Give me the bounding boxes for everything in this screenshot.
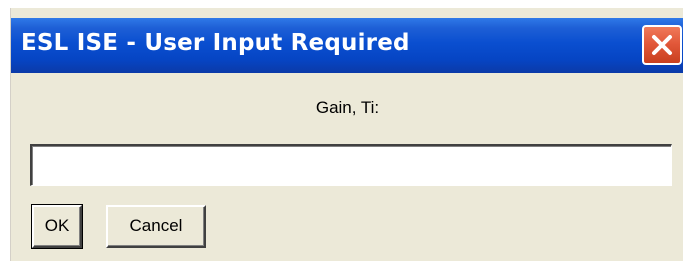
dialog-window: ESL ISE - User Input Required Gain, Ti: … (10, 8, 683, 261)
prompt-label: Gain, Ti: (315, 98, 380, 117)
close-icon (652, 35, 672, 55)
title-bar[interactable]: ESL ISE - User Input Required (11, 18, 683, 73)
value-input[interactable] (30, 144, 672, 186)
ok-button[interactable]: OK (31, 204, 83, 249)
close-button[interactable] (642, 25, 682, 65)
window-title: ESL ISE - User Input Required (21, 30, 410, 56)
cancel-button[interactable]: Cancel (106, 205, 206, 248)
